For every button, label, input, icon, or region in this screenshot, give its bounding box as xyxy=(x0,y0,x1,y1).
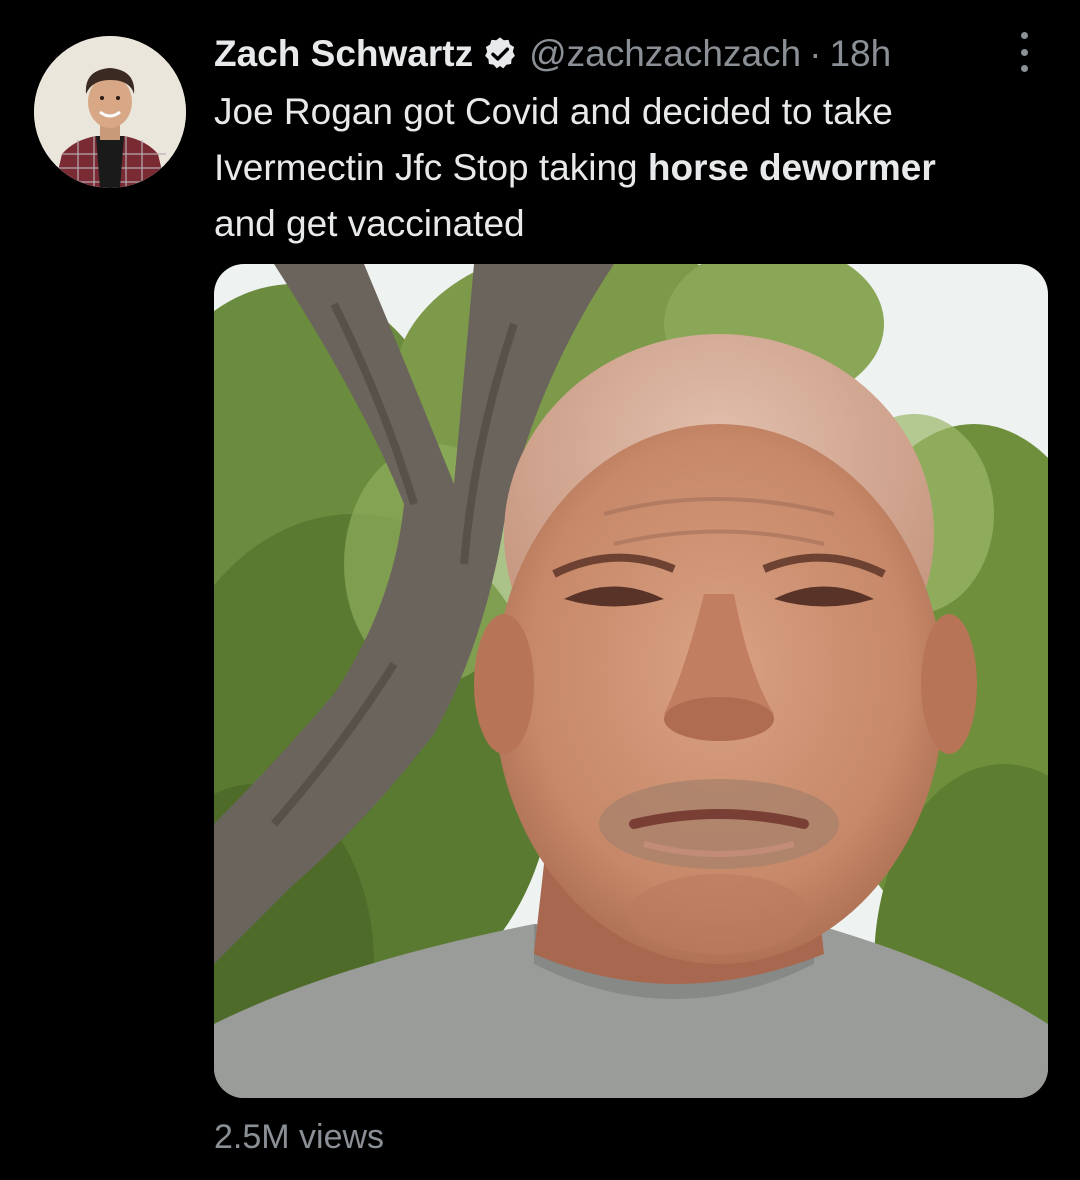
tweet-text-line3: and get vaccinated xyxy=(214,203,525,244)
tweet-text-line2: Ivermectin Jfc Stop taking xyxy=(214,147,648,188)
more-vertical-icon[interactable] xyxy=(1012,32,1036,72)
tweet-video[interactable] xyxy=(214,264,1048,1098)
display-name[interactable]: Zach Schwartz xyxy=(214,33,473,75)
user-handle[interactable]: @zachzachzach xyxy=(529,33,801,75)
tweet-timestamp[interactable]: 18h xyxy=(829,33,891,75)
view-count: 2.5M views xyxy=(214,1118,385,1156)
tweet-header: Zach Schwartz @zachzachzach · 18h xyxy=(214,26,891,82)
tweet-text: Joe Rogan got Covid and decided to take … xyxy=(214,84,1054,252)
tweet[interactable]: Zach Schwartz @zachzachzach · 18h Joe Ro… xyxy=(0,0,1080,1180)
avatar[interactable] xyxy=(34,36,186,188)
verified-badge-icon xyxy=(481,35,519,73)
tweet-text-bold: horse dewormer xyxy=(647,147,936,188)
tweet-text-line1: Joe Rogan got Covid and decided to take xyxy=(214,91,893,132)
separator-dot: · xyxy=(809,33,822,74)
